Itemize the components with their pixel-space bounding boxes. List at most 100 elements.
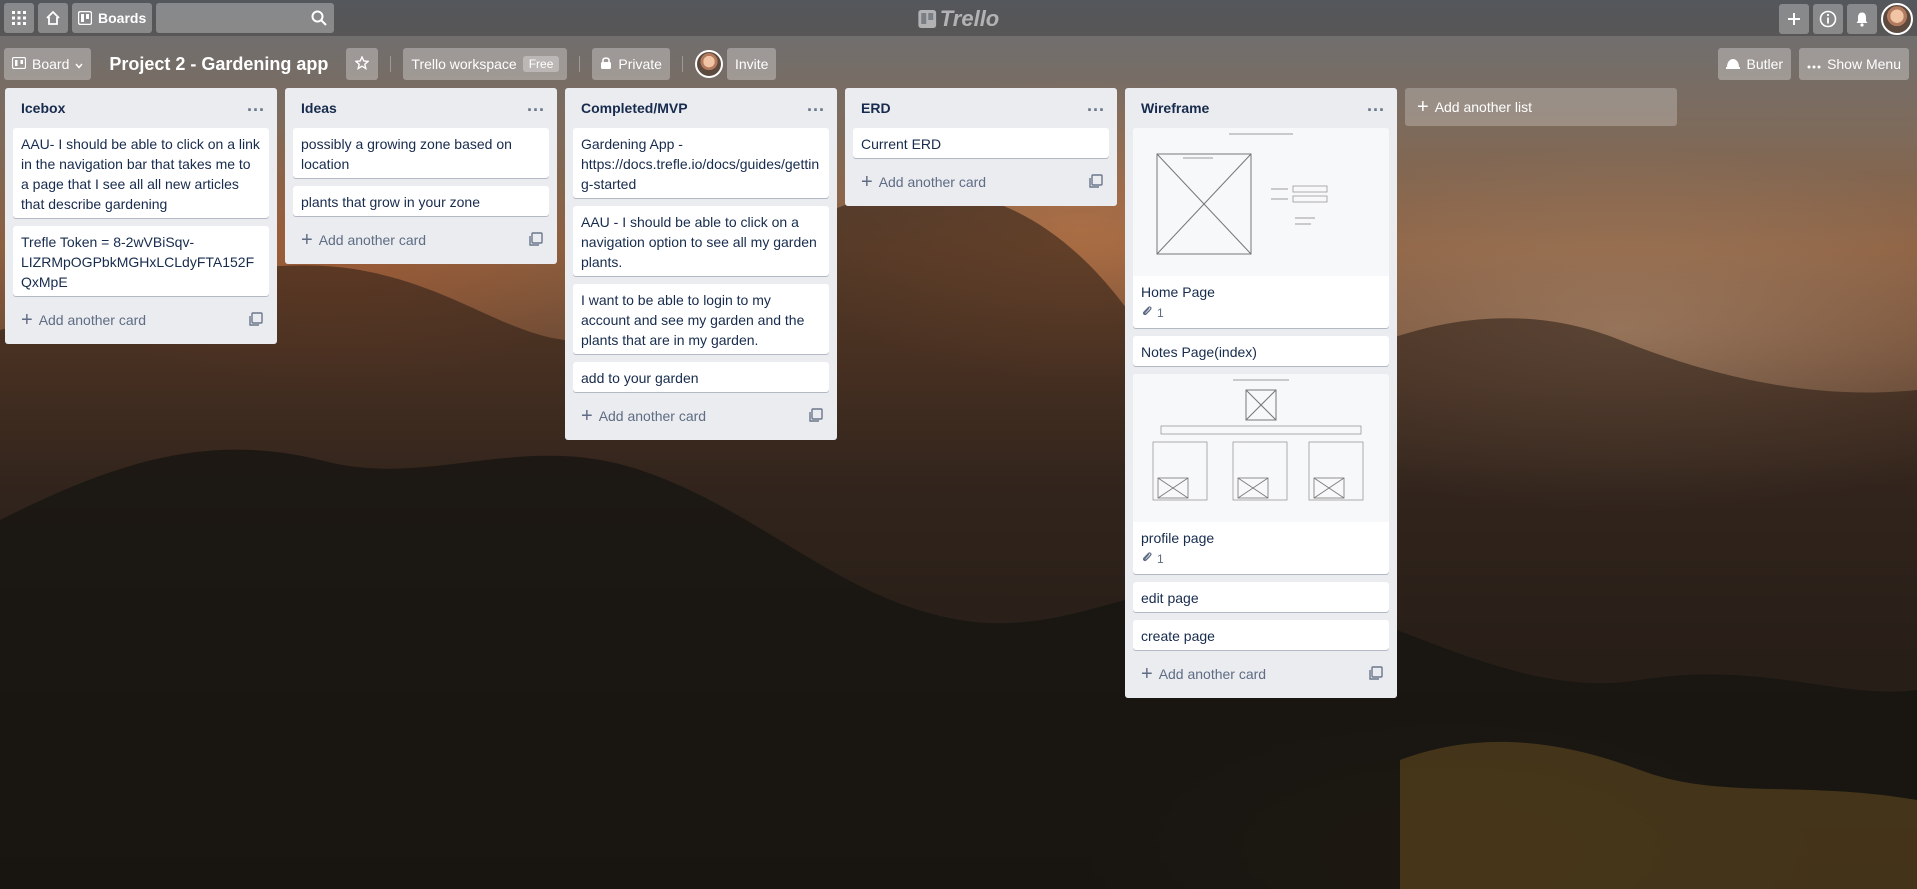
- invite-label: Invite: [734, 56, 769, 72]
- list-wireframe: Wireframe ... Home Page 1 Notes Page(ind…: [1125, 88, 1397, 698]
- board-view-icon: [11, 56, 27, 72]
- boards-button[interactable]: Boards: [72, 3, 153, 33]
- divider: [681, 56, 683, 72]
- board-view-switcher[interactable]: Board: [4, 48, 92, 80]
- add-list-button[interactable]: + Add another list: [1405, 88, 1677, 126]
- butler-label: Butler: [1746, 56, 1784, 72]
- card-title: Trefle Token = 8-2wVBiSqv-LIZRMpOGPbkMGH…: [21, 234, 255, 290]
- list-title[interactable]: ERD: [861, 100, 891, 116]
- add-card-button[interactable]: + Add another card: [293, 224, 549, 256]
- search-box[interactable]: [156, 3, 335, 33]
- card-title: I want to be able to login to my account…: [581, 292, 805, 348]
- visibility-button[interactable]: Private: [592, 48, 670, 80]
- create-button[interactable]: [1779, 4, 1809, 34]
- add-card-label: Add another card: [598, 408, 707, 424]
- card-template-icon[interactable]: [529, 231, 543, 249]
- workspace-button[interactable]: Trello workspace Free: [403, 48, 568, 80]
- card-template-icon[interactable]: [249, 311, 263, 329]
- card-title: edit page: [1141, 590, 1199, 606]
- card[interactable]: Notes Page(index): [1133, 336, 1389, 366]
- card[interactable]: Current ERD: [853, 128, 1109, 158]
- invite-button[interactable]: Invite: [726, 48, 777, 80]
- card-title: AAU- I should be able to click on a link…: [21, 136, 260, 212]
- show-menu-button[interactable]: Show Menu: [1799, 48, 1909, 80]
- home-icon: [45, 10, 61, 26]
- attachment-count: 1: [1157, 552, 1164, 566]
- add-card-button[interactable]: + Add another card: [13, 304, 269, 336]
- info-button[interactable]: [1813, 4, 1843, 34]
- list-header: Ideas ...: [293, 88, 549, 128]
- plus-icon: +: [21, 309, 33, 331]
- trello-logo-text: Trello: [939, 6, 1000, 31]
- boards-label: Boards: [98, 10, 147, 26]
- plus-icon: +: [861, 171, 873, 193]
- card[interactable]: plants that grow in your zone: [293, 186, 549, 216]
- list-title[interactable]: Icebox: [21, 100, 65, 116]
- workspace-label: Trello workspace: [411, 56, 517, 72]
- home-button[interactable]: [38, 3, 68, 33]
- card[interactable]: AAU - I should be able to click on a nav…: [573, 206, 829, 276]
- butler-icon: [1726, 56, 1741, 72]
- trello-logo-icon: [917, 10, 936, 28]
- user-avatar[interactable]: [1881, 3, 1913, 35]
- card[interactable]: Home Page 1: [1133, 128, 1389, 328]
- star-button[interactable]: [346, 48, 379, 80]
- card[interactable]: I want to be able to login to my account…: [573, 284, 829, 354]
- list-menu-button[interactable]: ...: [807, 96, 825, 116]
- card[interactable]: Gardening App - https://docs.trefle.io/d…: [573, 128, 829, 198]
- top-header: Boards Trello: [0, 0, 1917, 36]
- card-title: Home Page: [1141, 284, 1215, 300]
- list-erd: ERD ... Current ERD + Add another card: [845, 88, 1117, 206]
- info-icon: [1819, 10, 1837, 28]
- notifications-button[interactable]: [1847, 4, 1877, 34]
- card-title: plants that grow in your zone: [301, 194, 480, 210]
- card-cover-image: [1133, 128, 1389, 276]
- list-ideas: Ideas ... possibly a growing zone based …: [285, 88, 557, 264]
- board-header: Board Project 2 - Gardening app Trello w…: [0, 44, 1917, 84]
- divider: [390, 56, 392, 72]
- card[interactable]: profile page 1: [1133, 374, 1389, 574]
- card[interactable]: create page: [1133, 620, 1389, 650]
- list-title[interactable]: Wireframe: [1141, 100, 1209, 116]
- board-title[interactable]: Project 2 - Gardening app: [105, 54, 332, 75]
- list-title[interactable]: Ideas: [301, 100, 337, 116]
- member-avatar[interactable]: [694, 50, 723, 78]
- add-card-button[interactable]: + Add another card: [573, 400, 829, 432]
- card-title: add to your garden: [581, 370, 699, 386]
- card-title: AAU - I should be able to click on a nav…: [581, 214, 817, 270]
- plus-icon: +: [1141, 663, 1153, 685]
- card-template-icon[interactable]: [1369, 665, 1383, 683]
- add-card-button[interactable]: + Add another card: [853, 166, 1109, 198]
- card[interactable]: AAU- I should be able to click on a link…: [13, 128, 269, 218]
- list-header: Icebox ...: [13, 88, 269, 128]
- add-card-label: Add another card: [1158, 666, 1267, 682]
- butler-button[interactable]: Butler: [1718, 48, 1792, 80]
- card[interactable]: edit page: [1133, 582, 1389, 612]
- trello-logo[interactable]: Trello: [917, 6, 1000, 32]
- card-badges: 1: [1141, 302, 1381, 324]
- list-menu-button[interactable]: ...: [527, 96, 545, 116]
- card-title: create page: [1141, 628, 1215, 644]
- list-menu-button[interactable]: ...: [247, 96, 265, 116]
- list-menu-button[interactable]: ...: [1367, 96, 1385, 116]
- card-template-icon[interactable]: [809, 407, 823, 425]
- chevron-down-icon: [75, 56, 83, 72]
- more-icon: [1807, 56, 1821, 72]
- grid-icon: [12, 11, 26, 25]
- card-template-icon[interactable]: [1089, 173, 1103, 191]
- apps-button[interactable]: [4, 3, 34, 33]
- search-input[interactable]: [156, 3, 335, 33]
- attachment-count: 1: [1157, 306, 1164, 320]
- card[interactable]: add to your garden: [573, 362, 829, 392]
- card[interactable]: possibly a growing zone based on locatio…: [293, 128, 549, 178]
- search-icon[interactable]: [311, 10, 327, 31]
- card-title: Current ERD: [861, 136, 942, 152]
- list-header: Completed/MVP ...: [573, 88, 829, 128]
- add-card-button[interactable]: + Add another card: [1133, 658, 1389, 690]
- plus-icon: +: [581, 405, 593, 427]
- show-menu-label: Show Menu: [1827, 56, 1901, 72]
- card[interactable]: Trefle Token = 8-2wVBiSqv-LIZRMpOGPbkMGH…: [13, 226, 269, 296]
- list-title[interactable]: Completed/MVP: [581, 100, 688, 116]
- list-completed-mvp: Completed/MVP ... Gardening App - https:…: [565, 88, 837, 440]
- list-menu-button[interactable]: ...: [1087, 96, 1105, 116]
